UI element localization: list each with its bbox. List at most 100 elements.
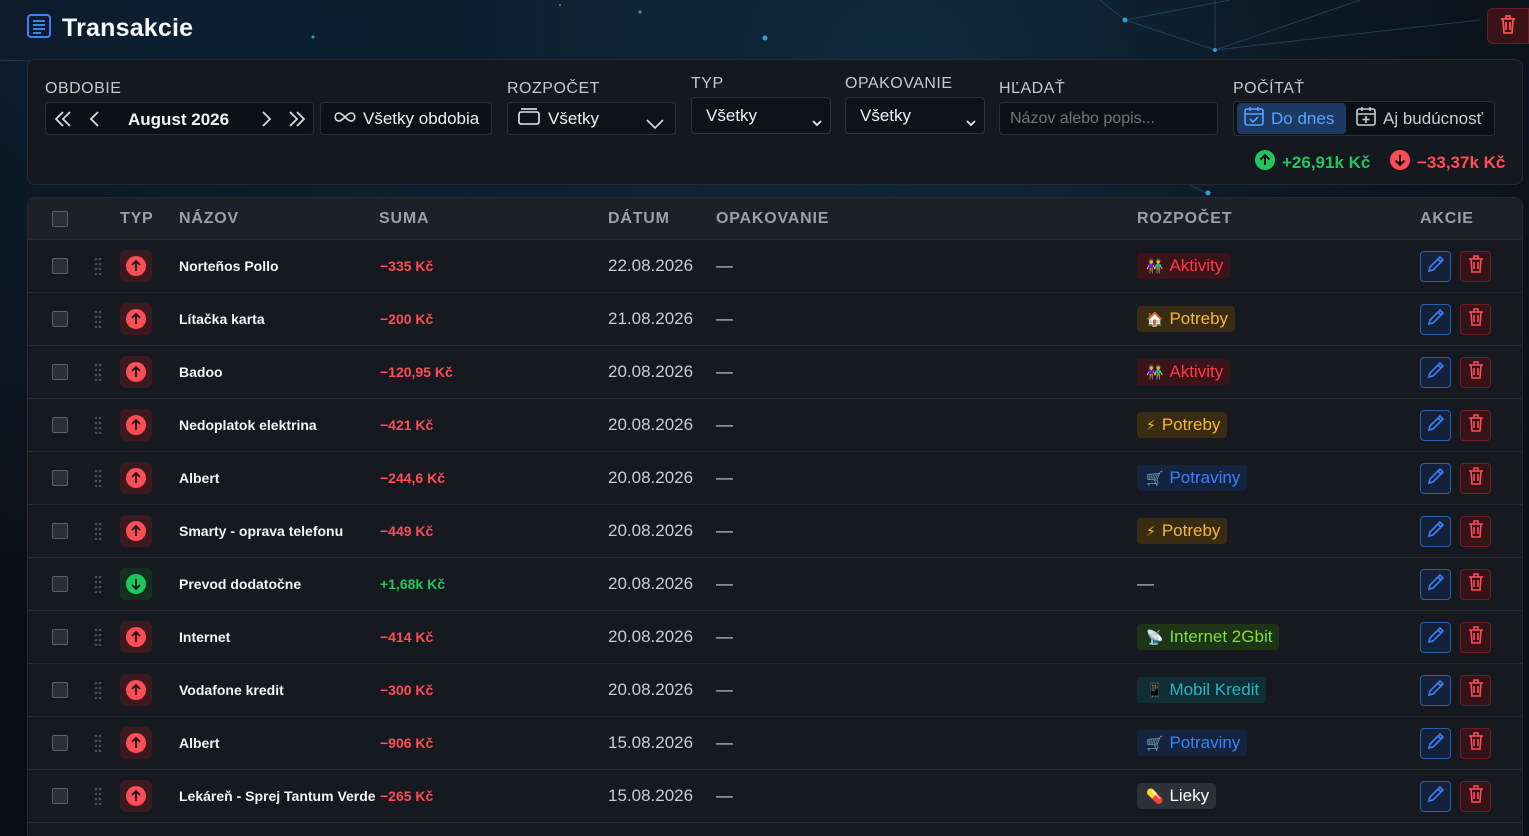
row-checkbox[interactable] (52, 470, 68, 486)
table-row[interactable]: Prevod dodatočne +1,68k Kč 20.08.2026 — — (28, 557, 1522, 610)
drag-handle-icon[interactable] (94, 575, 102, 594)
header-type[interactable]: TYP (120, 210, 154, 228)
delete-selected-button[interactable] (1487, 8, 1529, 44)
header-name[interactable]: NÁZOV (179, 210, 239, 228)
last-period-button[interactable] (286, 109, 308, 129)
table-row[interactable]: Norteños Pollo −335 Kč 22.08.2026 — 👫 Aktivit… (28, 239, 1522, 292)
transaction-name: Lítačka karta (179, 311, 265, 327)
table-row[interactable]: Albert −244,6 Kč 20.08.2026 — 🛒 Potraviny (28, 451, 1522, 504)
row-checkbox[interactable] (52, 788, 68, 804)
transaction-sum: +1,68k Kč (380, 576, 445, 592)
transaction-recurrence: — (716, 415, 733, 434)
table-row[interactable]: Nedoplatok elektrina −421 Kč 20.08.2026 — ⚡ P… (28, 398, 1522, 451)
delete-button[interactable] (1460, 569, 1491, 600)
table-row[interactable]: Badoo −120,95 Kč 20.08.2026 — 👫 Aktivity (28, 345, 1522, 398)
transaction-sum: −300 Kč (380, 682, 434, 698)
delete-button[interactable] (1460, 410, 1491, 441)
transaction-sum: −265 Kč (380, 788, 434, 804)
count-future-toggle[interactable]: Aj budúcnosť (1349, 103, 1493, 134)
delete-button[interactable] (1460, 675, 1491, 706)
row-checkbox[interactable] (52, 629, 68, 645)
filter-panel: OBDOBIE August 2026 Všetky obdobia ROZPO… (27, 59, 1523, 185)
edit-button[interactable] (1420, 251, 1451, 282)
select-all-checkbox[interactable] (52, 211, 68, 227)
type-select[interactable]: Všetky (691, 97, 831, 134)
table-row[interactable]: Lekáreň - Sprej Tantum Verde −265 Kč 15.08… (28, 769, 1522, 822)
delete-button[interactable] (1460, 357, 1491, 388)
transaction-date: 15.08.2026 (608, 786, 694, 805)
transaction-recurrence: — (716, 521, 733, 540)
delete-button[interactable] (1460, 516, 1491, 547)
edit-button[interactable] (1420, 516, 1451, 547)
row-checkbox[interactable] (52, 682, 68, 698)
edit-button[interactable] (1420, 357, 1451, 388)
edit-button[interactable] (1420, 675, 1451, 706)
first-period-button[interactable] (52, 109, 74, 129)
arrow-down-circle-icon (1389, 149, 1411, 176)
expense-total-value: −33,37k Kč (1417, 152, 1506, 172)
row-checkbox[interactable] (52, 523, 68, 539)
chevron-left-icon (89, 111, 99, 127)
table-row[interactable]: Internet −414 Kč 20.08.2026 — 📡 Internet 2Gbi… (28, 610, 1522, 663)
row-checkbox[interactable] (52, 311, 68, 327)
table-row[interactable]: Lítačka karta −200 Kč 21.08.2026 — 🏠 Potreby (28, 292, 1522, 345)
drag-handle-icon[interactable] (94, 787, 102, 806)
budget-icon: 📱 (1146, 681, 1164, 698)
edit-button[interactable] (1420, 622, 1451, 653)
edit-button[interactable] (1420, 569, 1451, 600)
header-date[interactable]: DÁTUM (608, 210, 670, 228)
budget-badge: 👫 Aktivity (1137, 253, 1231, 279)
transaction-sum: −335 Kč (380, 258, 434, 274)
row-checkbox[interactable] (52, 576, 68, 592)
drag-handle-icon[interactable] (94, 469, 102, 488)
edit-button[interactable] (1420, 410, 1451, 441)
delete-button[interactable] (1460, 463, 1491, 494)
header-sum[interactable]: SUMA (379, 210, 429, 228)
search-input[interactable] (999, 102, 1218, 135)
budget-select[interactable]: Všetky (507, 102, 676, 135)
trash-icon (1467, 678, 1485, 703)
count-label: POČÍTAŤ (1233, 80, 1305, 97)
header-budget[interactable]: ROZPOČET (1137, 210, 1232, 228)
drag-handle-icon[interactable] (94, 734, 102, 753)
drag-handle-icon[interactable] (94, 628, 102, 647)
pencil-icon (1427, 255, 1445, 278)
row-checkbox[interactable] (52, 258, 68, 274)
edit-button[interactable] (1420, 781, 1451, 812)
transaction-date: 20.08.2026 (608, 415, 694, 434)
count-to-date-toggle[interactable]: Do dnes (1237, 103, 1346, 134)
drag-handle-icon[interactable] (94, 681, 102, 700)
row-checkbox[interactable] (52, 735, 68, 751)
transactions-table: TYP NÁZOV SUMA DÁTUM OPAKOVANIE ROZPOČET… (27, 197, 1523, 836)
transaction-sum: −421 Kč (380, 417, 434, 433)
delete-button[interactable] (1460, 728, 1491, 759)
table-row[interactable]: Vodafone kredit −300 Kč 20.08.2026 — 📱 Mobil … (28, 663, 1522, 716)
recurrence-select[interactable]: Všetky (845, 97, 985, 134)
drag-handle-icon[interactable] (94, 416, 102, 435)
delete-button[interactable] (1460, 781, 1491, 812)
pencil-icon (1427, 573, 1445, 596)
drag-handle-icon[interactable] (94, 363, 102, 382)
delete-button[interactable] (1460, 251, 1491, 282)
income-total: +26,91k Kč (1254, 149, 1370, 176)
edit-button[interactable] (1420, 728, 1451, 759)
delete-button[interactable] (1460, 622, 1491, 653)
row-checkbox[interactable] (52, 417, 68, 433)
header-recurrence[interactable]: OPAKOVANIE (716, 210, 829, 228)
row-checkbox[interactable] (52, 364, 68, 380)
drag-handle-icon[interactable] (94, 257, 102, 276)
prev-period-button[interactable] (84, 109, 106, 129)
table-row[interactable]: Albert −906 Kč 15.08.2026 — 🛒 Potraviny (28, 716, 1522, 769)
table-row[interactable]: Smarty - oprava telefonu −449 Kč 20.08.202… (28, 504, 1522, 557)
drag-handle-icon[interactable] (94, 310, 102, 329)
next-period-button[interactable] (255, 109, 277, 129)
pencil-icon (1427, 679, 1445, 702)
budget-name: Lieky (1169, 786, 1210, 805)
edit-button[interactable] (1420, 304, 1451, 335)
delete-button[interactable] (1460, 304, 1491, 335)
budget-name: Potraviny (1169, 468, 1241, 487)
budget-icon: 🏠 (1146, 310, 1164, 327)
drag-handle-icon[interactable] (94, 522, 102, 541)
edit-button[interactable] (1420, 463, 1451, 494)
all-periods-button[interactable]: Všetky obdobia (320, 102, 492, 135)
